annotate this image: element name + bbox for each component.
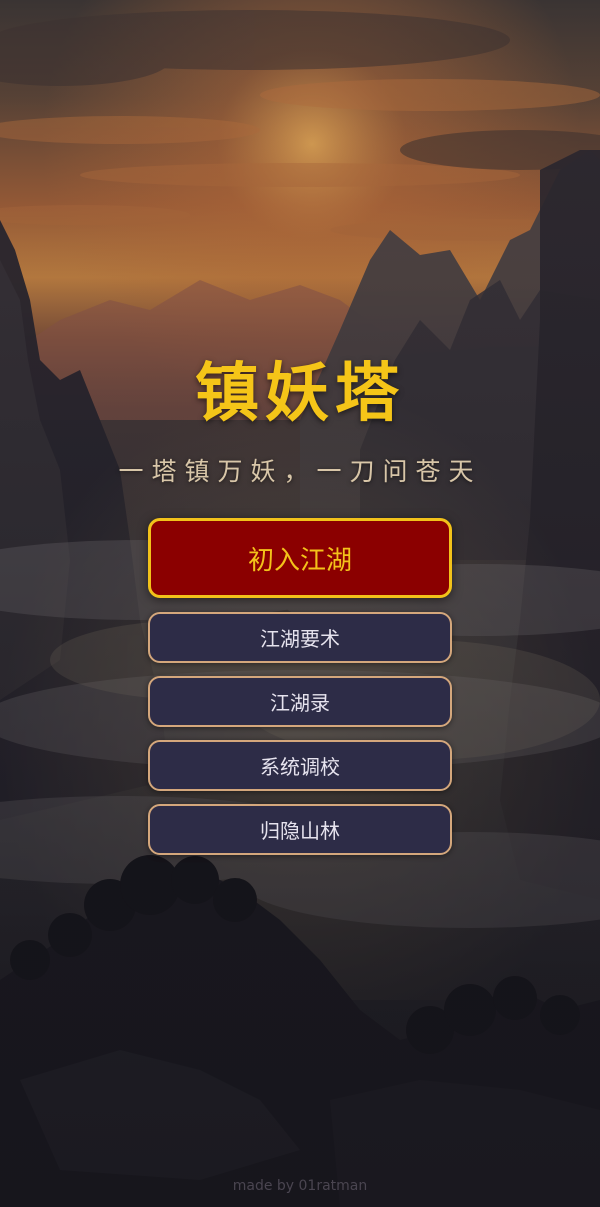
records-button[interactable]: 江湖录 [148,676,452,727]
start-game-button[interactable]: 初入江湖 [148,518,452,598]
title-screen: 镇妖塔 一塔镇万妖，一刀问苍天 初入江湖 江湖要术 江湖录 系统调校 归隐山林 … [0,0,600,1207]
instructions-button[interactable]: 江湖要术 [148,612,452,663]
main-menu: 初入江湖 江湖要术 江湖录 系统调校 归隐山林 [148,518,452,868]
author-credit: made by 01ratman [232,1178,368,1194]
exit-button[interactable]: 归隐山林 [148,804,452,855]
game-title: 镇妖塔 [195,356,405,431]
game-subtitle: 一塔镇万妖，一刀问苍天 [118,457,482,486]
settings-button[interactable]: 系统调校 [148,740,452,791]
